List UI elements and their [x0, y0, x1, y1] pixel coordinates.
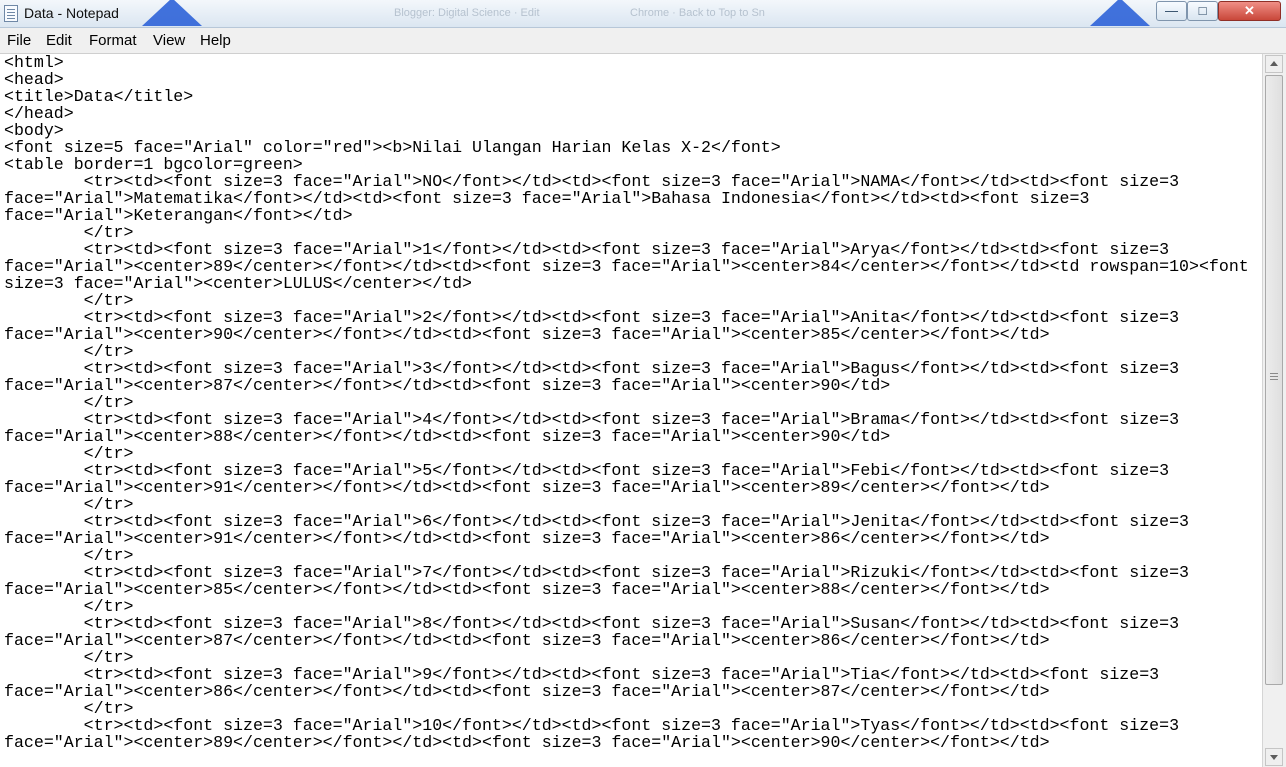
background-window-text: Chrome · Back to Top to Sn	[630, 7, 765, 19]
text-editor[interactable]: <html> <head> <title>Data</title> </head…	[0, 54, 1262, 767]
vertical-scrollbar[interactable]	[1262, 54, 1286, 767]
scroll-grip-icon	[1270, 373, 1278, 374]
menu-bar: File Edit Format View Help	[0, 28, 1286, 54]
maximize-button[interactable]: □	[1187, 1, 1218, 21]
title-bar[interactable]: Data - Notepad Blogger: Digital Science …	[0, 0, 1286, 28]
background-window-shape	[1090, 0, 1150, 26]
menu-file[interactable]: File	[5, 31, 33, 50]
menu-edit[interactable]: Edit	[44, 31, 74, 50]
minimize-button[interactable]: —	[1156, 1, 1187, 21]
background-window-shape	[142, 0, 202, 26]
menu-format[interactable]: Format	[87, 31, 139, 50]
menu-view[interactable]: View	[151, 31, 187, 50]
background-window-text: Blogger: Digital Science · Edit	[394, 7, 540, 19]
scroll-up-button[interactable]	[1265, 55, 1283, 73]
editor-content[interactable]: <html> <head> <title>Data</title> </head…	[4, 54, 1249, 751]
scroll-thumb[interactable]	[1265, 75, 1283, 685]
close-button[interactable]: ✕	[1218, 1, 1281, 21]
notepad-icon	[4, 5, 18, 22]
window-title: Data - Notepad	[24, 5, 119, 21]
scroll-down-button[interactable]	[1265, 748, 1283, 766]
menu-help[interactable]: Help	[198, 31, 233, 50]
